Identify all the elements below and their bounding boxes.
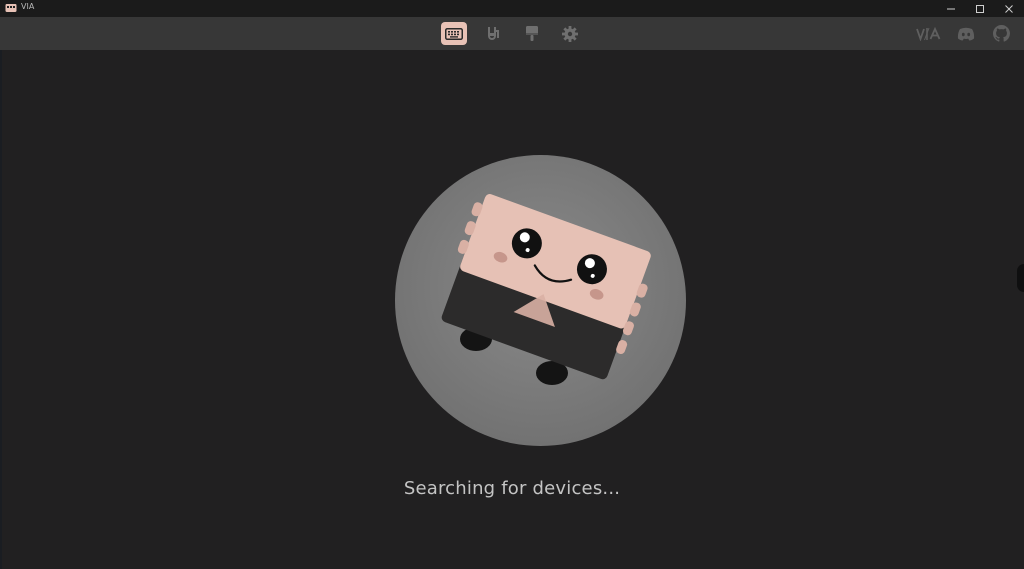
via-logo-icon <box>916 26 941 41</box>
keyboard-mascot-illustration <box>395 155 686 446</box>
searching-status-text: Searching for devices... <box>403 478 621 499</box>
close-button[interactable] <box>994 0 1024 17</box>
maximize-icon <box>976 4 984 13</box>
window-titlebar: VIA <box>0 0 1024 17</box>
close-icon <box>1005 4 1013 13</box>
via-website-link[interactable] <box>914 22 944 45</box>
gear-icon <box>562 25 578 42</box>
via-app-icon <box>5 4 17 12</box>
top-navbar <box>0 17 1024 50</box>
scroll-handle[interactable] <box>1017 264 1024 292</box>
searching-animation <box>395 155 686 446</box>
minimize-icon <box>947 8 955 9</box>
nav-key-tester-button[interactable] <box>480 22 506 45</box>
discord-icon <box>957 27 975 40</box>
github-link[interactable] <box>988 22 1014 45</box>
test-tube-icon <box>488 26 499 40</box>
nav-design-button[interactable] <box>519 22 545 45</box>
paintbrush-icon <box>526 25 538 41</box>
github-icon <box>992 25 1010 42</box>
nav-configure-button[interactable] <box>441 22 467 45</box>
minimize-button[interactable] <box>936 0 966 17</box>
nav-settings-button[interactable] <box>557 22 583 45</box>
discord-link[interactable] <box>953 22 979 45</box>
app-window: VIA Searching for devices... <box>0 0 1024 569</box>
maximize-button[interactable] <box>965 0 995 17</box>
window-title: VIA <box>21 2 35 11</box>
keyboard-icon <box>445 27 463 40</box>
